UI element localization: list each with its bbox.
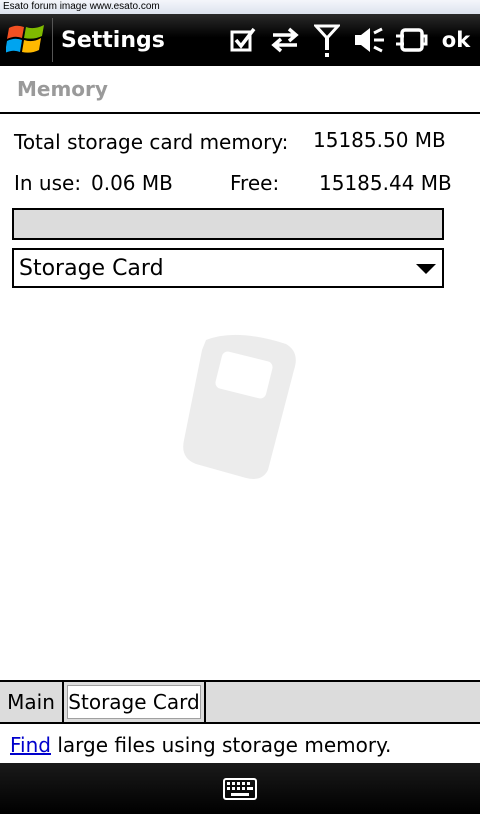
status-tray: ok [222,14,480,66]
speaker-muted-icon[interactable] [348,14,390,66]
watermark-banner: Esato forum image www.esato.com [0,0,480,14]
find-link[interactable]: Find [10,733,51,757]
find-hint-text: large files using storage memory. [50,733,392,757]
section-title: Memory [17,77,108,101]
free-value: 15185.44 MB [319,171,452,195]
in-use-label: In use: [14,171,82,195]
signal-antenna-icon[interactable] [306,14,348,66]
title-separator [52,18,53,62]
free-label: Free: [230,171,280,195]
tab-strip: Main Storage Card [0,680,480,724]
tab-main-label: Main [7,690,55,714]
start-button[interactable] [0,14,52,66]
tab-storage-card[interactable]: Storage Card [64,682,206,722]
keyboard-icon[interactable] [223,777,257,800]
usage-bar [12,208,444,240]
phone-watermark-icon [183,334,296,479]
storage-selector-value: Storage Card [19,256,164,281]
title-bar: Settings ok [0,14,480,66]
section-header: Memory [0,66,480,114]
find-hint: Find large files using storage memory. [10,733,391,757]
tab-storage-card-inner: Storage Card [67,685,201,719]
tab-storage-card-label: Storage Card [68,690,200,714]
chevron-down-icon [416,264,436,274]
battery-plug-icon[interactable] [390,14,432,66]
storage-selector[interactable]: Storage Card [12,248,444,288]
total-memory-label: Total storage card memory: [14,130,289,154]
sync-arrows-icon[interactable] [264,14,306,66]
checkbox-icon[interactable] [222,14,264,66]
in-use-value: 0.06 MB [91,171,173,195]
total-memory-value: 15185.50 MB [313,128,446,152]
ok-button[interactable]: ok [432,28,480,52]
tab-main[interactable]: Main [0,682,64,722]
soft-key-bar [0,763,480,814]
app-title: Settings [61,27,165,53]
windows-start-icon [6,25,44,53]
